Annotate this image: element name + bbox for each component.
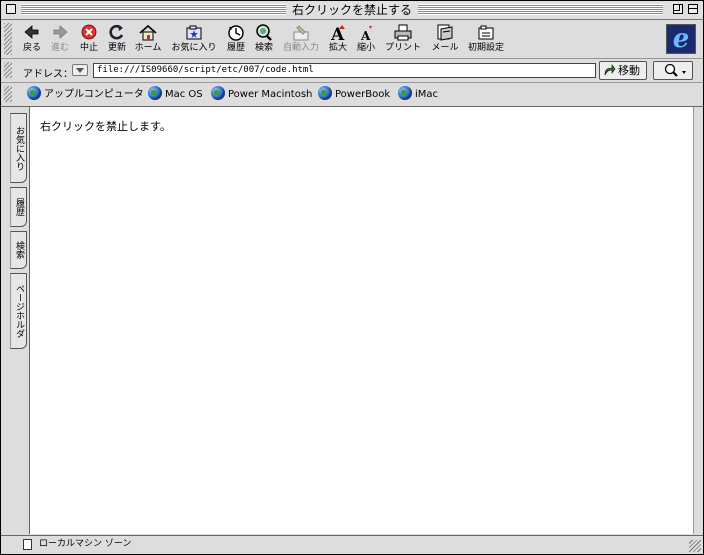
text-larger-button[interactable]: A 拡大 bbox=[327, 23, 349, 53]
resize-grip-icon[interactable] bbox=[689, 540, 701, 552]
go-label: 移動 bbox=[618, 64, 640, 77]
back-arrow-icon bbox=[22, 23, 42, 42]
home-icon bbox=[138, 23, 158, 42]
history-button[interactable]: 履歴 bbox=[225, 23, 247, 53]
globe-icon bbox=[148, 86, 162, 100]
favorite-link-apple[interactable]: アップルコンピュータ bbox=[27, 86, 144, 103]
back-label: 戻る bbox=[22, 43, 41, 53]
home-label: ホーム bbox=[134, 43, 162, 53]
printer-icon bbox=[393, 23, 413, 42]
preferences-icon bbox=[476, 23, 496, 42]
browser-window: 右クリックを禁止する 戻る 進む 中止 更新 ホーム お気に入り 履歴 検索 自… bbox=[0, 0, 704, 555]
text-smaller-button[interactable]: A 縮小 bbox=[355, 23, 377, 53]
status-bar: ローカルマシン ゾーン bbox=[1, 535, 703, 554]
page-message: 右クリックを禁止します。 bbox=[40, 120, 171, 133]
favorite-label: Power Macintosh bbox=[228, 89, 313, 100]
search-icon bbox=[254, 23, 274, 42]
autofill-button[interactable]: 自動入力 bbox=[281, 23, 321, 53]
go-arrow-icon bbox=[603, 64, 616, 77]
refresh-icon bbox=[107, 23, 127, 42]
text-smaller-label: 縮小 bbox=[356, 43, 375, 53]
back-button[interactable]: 戻る bbox=[21, 23, 43, 53]
autofill-label: 自動入力 bbox=[282, 43, 319, 53]
refresh-label: 更新 bbox=[107, 43, 126, 53]
favorite-label: iMac bbox=[415, 89, 439, 100]
toolbar-grip[interactable] bbox=[4, 23, 12, 55]
stop-icon bbox=[79, 23, 99, 42]
local-zone-icon bbox=[23, 539, 32, 550]
ie-logo-icon[interactable]: e bbox=[666, 24, 696, 54]
print-label: プリント bbox=[384, 43, 421, 53]
security-zone-text: ローカルマシン ゾーン bbox=[39, 539, 132, 549]
favorites-label: お気に入り bbox=[171, 43, 217, 53]
history-label: 履歴 bbox=[226, 43, 245, 53]
address-input[interactable]: file:///IS09660/script/etc/007/code.html bbox=[93, 63, 596, 78]
address-label: アドレス： bbox=[23, 69, 73, 80]
refresh-button[interactable]: 更新 bbox=[105, 23, 129, 53]
favorite-label: Mac OS bbox=[165, 89, 203, 100]
text-larger-icon: A bbox=[328, 23, 348, 45]
favorites-button[interactable]: お気に入り bbox=[170, 23, 218, 53]
forward-label: 進む bbox=[50, 43, 69, 53]
search-label: 検索 bbox=[254, 43, 273, 53]
page-content[interactable]: 右クリックを禁止します。 bbox=[29, 107, 693, 534]
address-bar: アドレス： file:///IS09660/script/etc/007/cod… bbox=[1, 59, 703, 83]
tab-history[interactable]: 履歴 bbox=[10, 187, 27, 227]
explorer-bar-tabs: お気に入り 履歴 検索 ページホルダ bbox=[10, 109, 28, 535]
favorite-label: アップルコンピュータ bbox=[44, 89, 144, 100]
favorite-label: PowerBook bbox=[335, 89, 391, 100]
tab-page-holder[interactable]: ページホルダ bbox=[10, 273, 27, 349]
window-title: 右クリックを禁止する bbox=[285, 2, 419, 18]
autofill-icon bbox=[291, 23, 311, 42]
search-options-button[interactable] bbox=[653, 61, 693, 80]
history-clock-icon bbox=[226, 23, 246, 42]
search-button[interactable]: 検索 bbox=[253, 23, 275, 53]
favorites-bar-grip[interactable] bbox=[4, 86, 12, 102]
globe-icon bbox=[398, 86, 412, 100]
mail-label: メール bbox=[431, 43, 459, 53]
stop-label: 中止 bbox=[79, 43, 98, 53]
magnifier-icon bbox=[664, 63, 686, 77]
button-toolbar: 戻る 進む 中止 更新 ホーム お気に入り 履歴 検索 自動入力 A 拡大 A … bbox=[1, 20, 703, 59]
favorite-link-powerbook[interactable]: PowerBook bbox=[318, 86, 391, 103]
text-smaller-icon: A bbox=[356, 23, 376, 43]
favorite-link-power-macintosh[interactable]: Power Macintosh bbox=[211, 86, 313, 103]
favorite-link-imac[interactable]: iMac bbox=[398, 86, 439, 103]
forward-button[interactable]: 進む bbox=[49, 23, 71, 53]
print-button[interactable]: プリント bbox=[384, 23, 422, 53]
favorite-link-macos[interactable]: Mac OS bbox=[148, 86, 203, 103]
preferences-label: 初期設定 bbox=[467, 43, 504, 53]
home-button[interactable]: ホーム bbox=[133, 23, 163, 53]
content-right-edge bbox=[693, 107, 694, 534]
globe-icon bbox=[211, 86, 225, 100]
address-bar-grip[interactable] bbox=[4, 62, 12, 78]
text-larger-label: 拡大 bbox=[328, 43, 347, 53]
globe-icon bbox=[318, 86, 332, 100]
address-history-dropdown[interactable] bbox=[72, 64, 88, 76]
favorites-icon bbox=[184, 23, 204, 42]
tab-favorites[interactable]: お気に入り bbox=[10, 113, 27, 183]
title-bar[interactable]: 右クリックを禁止する bbox=[1, 1, 703, 20]
tab-search[interactable]: 検索 bbox=[10, 231, 27, 269]
stop-button[interactable]: 中止 bbox=[77, 23, 101, 53]
collapse-box-icon[interactable] bbox=[688, 4, 698, 14]
svg-text:A: A bbox=[360, 29, 371, 42]
close-box-icon[interactable] bbox=[6, 4, 16, 14]
mail-icon bbox=[435, 23, 455, 42]
forward-arrow-icon bbox=[50, 23, 70, 42]
go-button[interactable]: 移動 bbox=[599, 61, 647, 80]
globe-icon bbox=[27, 86, 41, 100]
favorites-bar: アップルコンピュータ Mac OS Power Macintosh PowerB… bbox=[1, 83, 703, 107]
zoom-box-icon[interactable] bbox=[673, 4, 683, 14]
preferences-button[interactable]: 初期設定 bbox=[467, 23, 505, 53]
mail-button[interactable]: メール bbox=[430, 23, 460, 53]
